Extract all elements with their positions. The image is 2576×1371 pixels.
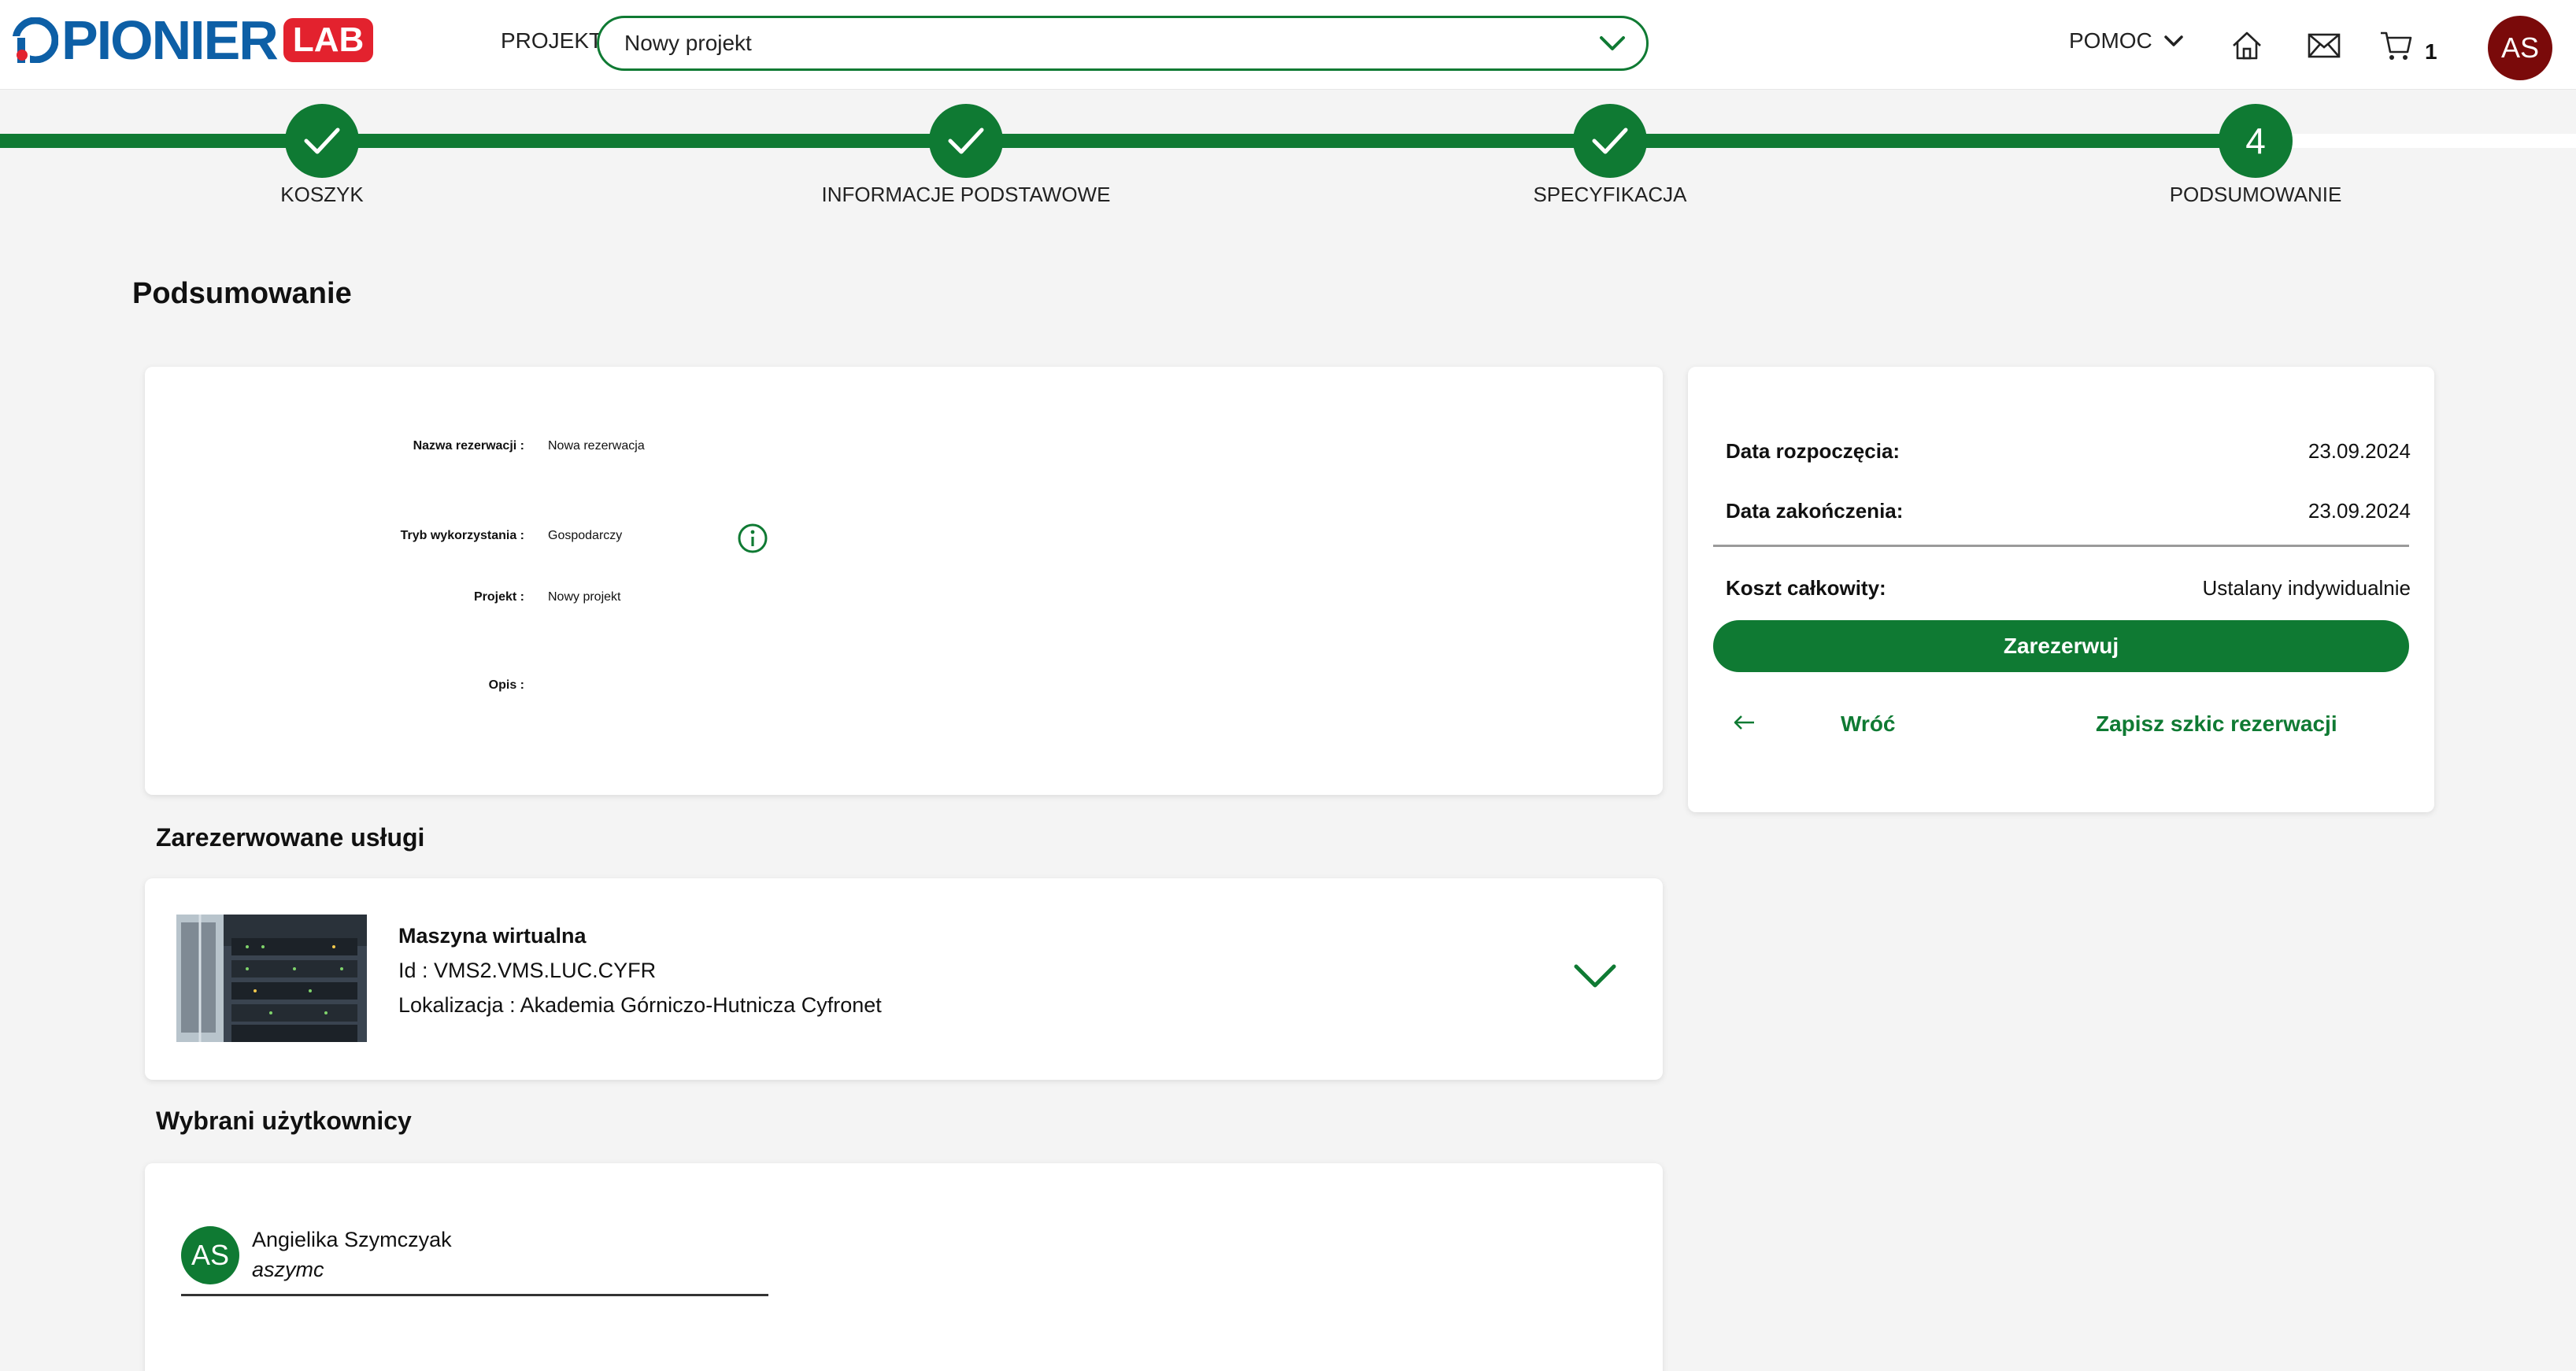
start-date-value: 23.09.2024 — [2308, 439, 2411, 463]
reservation-name-label: Nazwa rezerwacji : — [413, 439, 524, 453]
user-full-name: Angielika Szymczyak — [252, 1228, 452, 1251]
step-label: SPECYFIKACJA — [1533, 183, 1687, 206]
step-2-informacje[interactable] — [929, 104, 1003, 178]
check-icon — [948, 127, 984, 154]
page-title: Podsumowanie — [132, 277, 352, 310]
chevron-down-icon[interactable] — [1573, 962, 1617, 990]
check-icon — [1592, 127, 1628, 154]
usage-mode-label: Tryb wykorzystania : — [400, 529, 524, 542]
info-icon[interactable] — [737, 523, 768, 554]
project-select[interactable]: Nowy projekt — [597, 16, 1649, 71]
service-id: Id : VMS2.VMS.LUC.CYFR — [398, 959, 657, 982]
help-label: POMOC — [2069, 28, 2152, 53]
project-select-value: Nowy projekt — [624, 31, 752, 55]
pionier-logo-icon — [13, 17, 58, 63]
step-4-podsumowanie: 4 — [2219, 104, 2293, 178]
service-name: Maszyna wirtualna — [398, 924, 587, 948]
cart-icon[interactable] — [2379, 28, 2414, 63]
service-location: Lokalizacja : Akademia Górniczo-Hutnicza… — [398, 993, 882, 1017]
reserved-services-title: Zarezerwowane usługi — [156, 823, 425, 852]
chevron-down-icon — [1600, 36, 1625, 50]
selected-users-title: Wybrani użytkownicy — [156, 1107, 412, 1135]
service-card[interactable] — [145, 878, 1663, 1080]
user-avatar[interactable]: AS — [2488, 16, 2552, 80]
total-cost-value: Ustalany indywidualnie — [2202, 576, 2411, 600]
reservation-name-value: Nowa rezerwacja — [548, 439, 645, 453]
logo-lab-badge: LAB — [283, 18, 374, 62]
user-list-avatar: AS — [181, 1226, 239, 1284]
project-value-detail: Nowy projekt — [548, 590, 621, 604]
usage-mode-value: Gospodarczy — [548, 529, 623, 542]
step-label: KOSZYK — [280, 183, 364, 206]
pionier-lab-logo[interactable]: PIONIER LAB — [13, 9, 374, 71]
start-date-label: Data rozpoczęcia: — [1726, 439, 1901, 463]
home-icon[interactable] — [2230, 28, 2264, 63]
total-cost-label: Koszt całkowity: — [1726, 576, 1886, 600]
arrow-left-icon[interactable] — [1732, 713, 1757, 732]
project-label-detail: Projekt : — [473, 590, 524, 604]
step-3-specyfikacja[interactable] — [1573, 104, 1647, 178]
mail-icon[interactable] — [2307, 28, 2341, 63]
users-card — [145, 1163, 1663, 1371]
help-menu[interactable]: POMOC — [2069, 28, 2184, 54]
end-date-value: 23.09.2024 — [2308, 499, 2411, 523]
project-label: PROJEKT — [501, 28, 603, 53]
cart-count-badge: 1 — [2425, 39, 2437, 64]
stepper-remaining-line — [2256, 134, 2576, 148]
logo-text: PIONIER — [61, 9, 279, 71]
top-bar: PIONIER LAB PROJEKT Nowy projekt POMOC 1… — [0, 0, 2576, 90]
end-date-label: Data zakończenia: — [1726, 499, 1904, 523]
save-draft-link[interactable]: Zapisz szkic rezerwacji — [2096, 711, 2337, 737]
user-divider — [181, 1294, 768, 1296]
step-label: INFORMACJE PODSTAWOWE — [821, 183, 1111, 206]
description-label: Opis : — [488, 678, 524, 692]
step-label: PODSUMOWANIE — [2169, 183, 2342, 206]
summary-divider — [1713, 545, 2409, 547]
user-login: aszymc — [252, 1258, 324, 1281]
step-1-koszyk[interactable] — [285, 104, 359, 178]
reserve-button[interactable]: Zarezerwuj — [1713, 620, 2409, 672]
check-icon — [304, 127, 340, 154]
chevron-down-icon — [2164, 35, 2183, 46]
reservation-details-card — [145, 367, 1663, 795]
back-link[interactable]: Wróć — [1841, 711, 1896, 737]
server-rack-image — [176, 915, 367, 1042]
